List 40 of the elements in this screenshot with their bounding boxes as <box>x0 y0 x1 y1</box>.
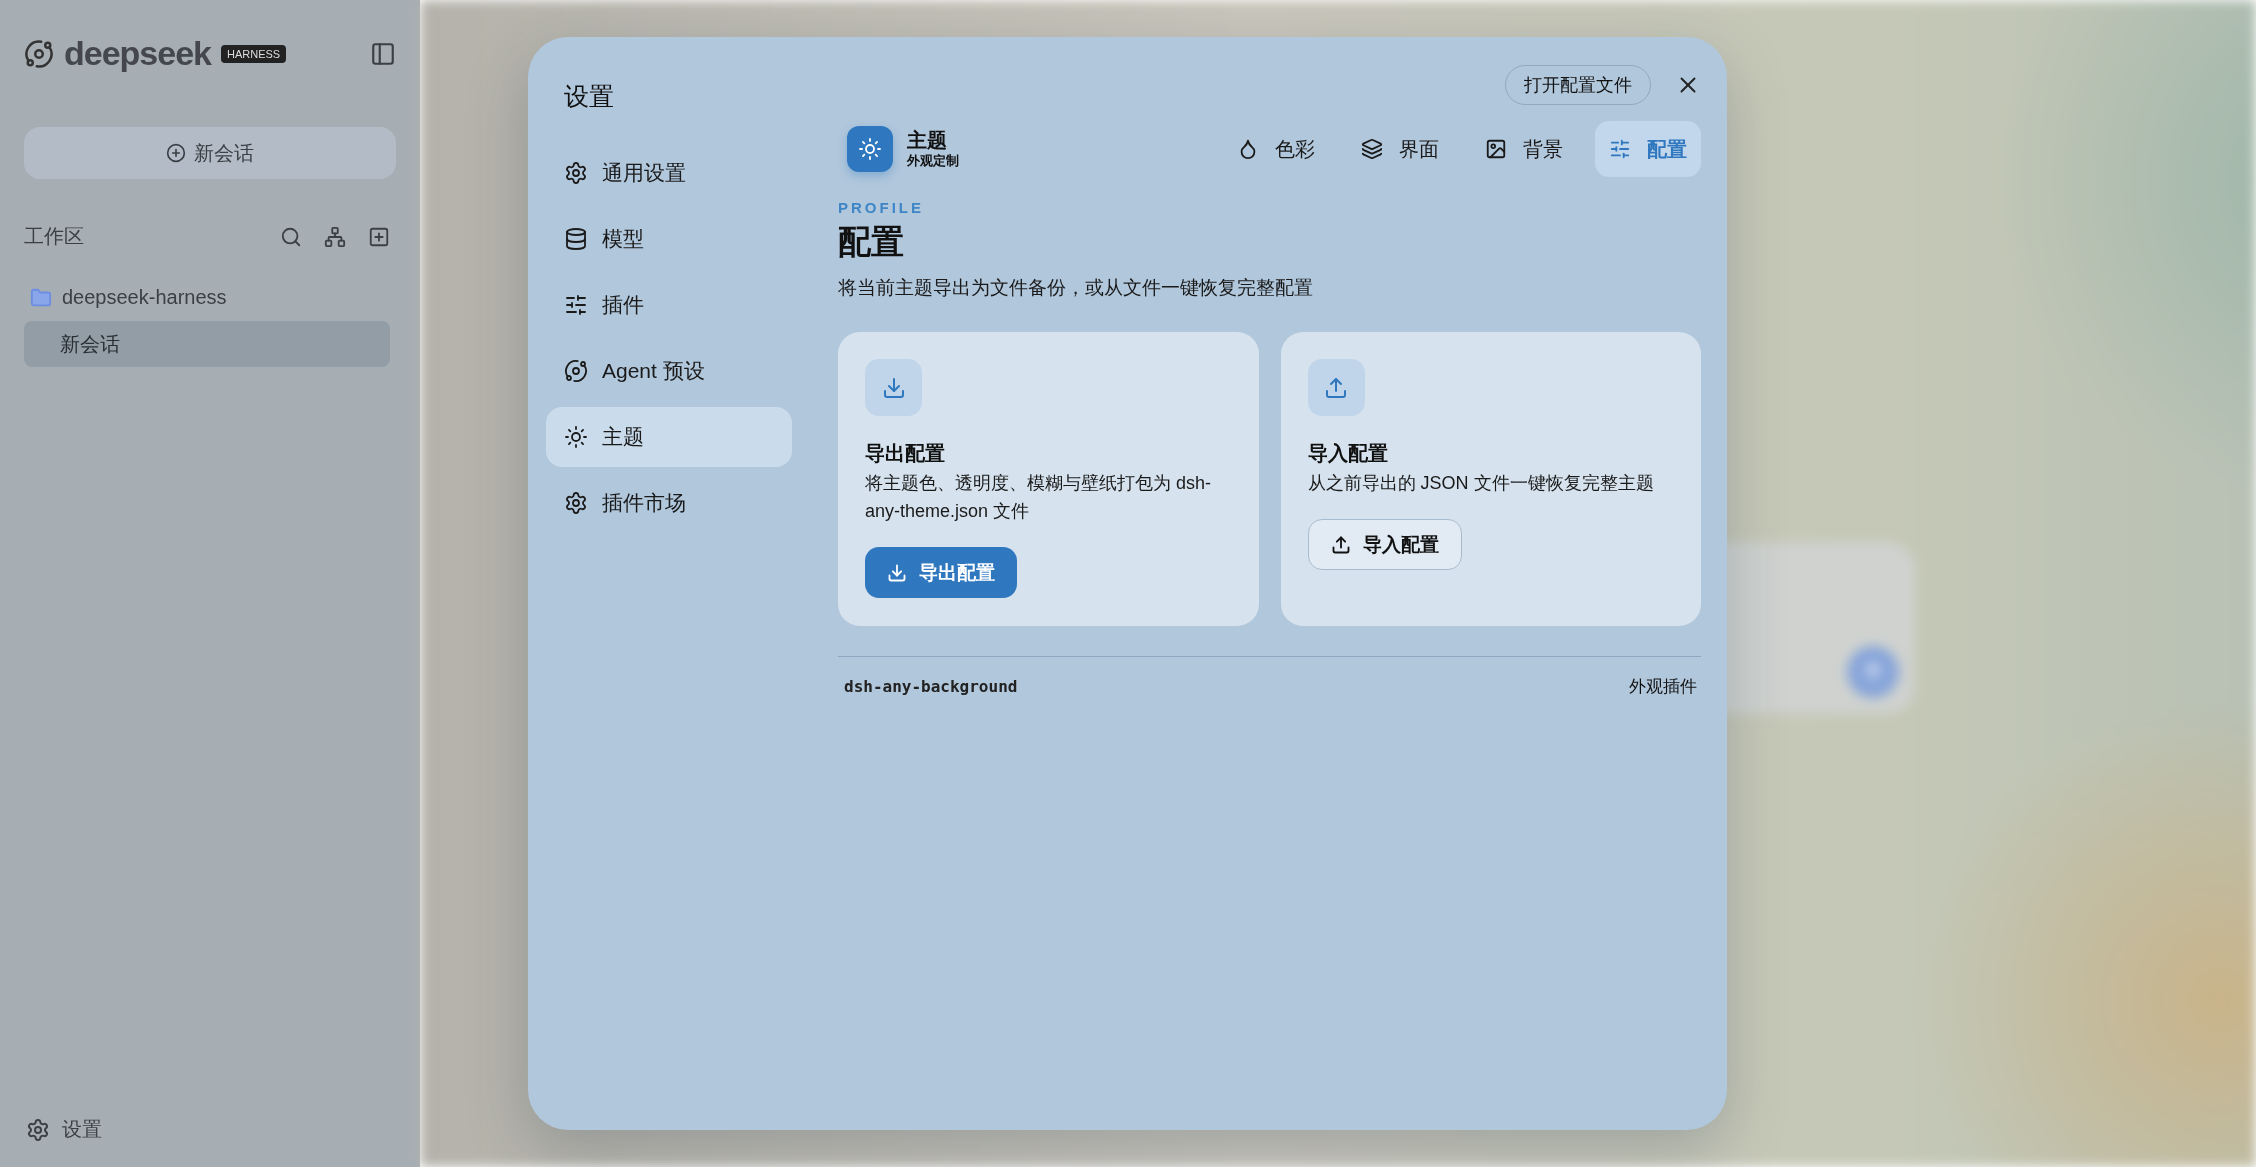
version-badge: HARNESS <box>221 44 287 63</box>
tab-label: 色彩 <box>1275 136 1315 162</box>
plugin-id: dsh-any-background <box>844 677 1018 696</box>
tab-label: 界面 <box>1399 136 1439 162</box>
nav-item[interactable]: Agent 预设 <box>546 341 792 401</box>
session-item[interactable]: 新会话 <box>24 321 390 367</box>
tab[interactable]: 界面 <box>1347 121 1453 177</box>
new-chat-button[interactable]: 新会话 <box>24 127 396 179</box>
nav-item[interactable]: 插件市场 <box>546 473 792 533</box>
card-description: 从之前导出的 JSON 文件一键恢复完整主题 <box>1307 472 1655 495</box>
export-button[interactable]: 导出配置 <box>865 547 1017 598</box>
import-button[interactable]: 导入配置 <box>1307 519 1462 570</box>
folder-name[interactable]: deepseek-harness <box>62 286 227 309</box>
nav-label: Agent 预设 <box>602 358 705 384</box>
nav-label: 通用设置 <box>602 160 686 186</box>
nav-label: 插件市场 <box>602 490 686 516</box>
dialog-title: 设置 <box>563 81 615 112</box>
tab-label: 背景 <box>1523 136 1563 162</box>
plugin-type: 外观插件 <box>1629 676 1697 698</box>
tab-label: 配置 <box>1647 136 1687 162</box>
card-title: 导出配置 <box>865 441 945 466</box>
workspace-label: 工作区 <box>24 224 84 249</box>
nav-item[interactable]: 模型 <box>546 209 792 269</box>
nav-label: 模型 <box>602 226 644 252</box>
section-description: 将当前主题导出为文件备份，或从文件一键恢复完整配置 <box>838 276 1314 300</box>
app-logo: deepseek <box>64 34 211 73</box>
tab[interactable]: 色彩 <box>1223 121 1329 177</box>
tab[interactable]: 背景 <box>1471 121 1577 177</box>
section-eyebrow: PROFILE <box>838 199 925 216</box>
theme-subtitle: 外观定制 <box>907 151 959 170</box>
theme-title: 主题 <box>907 128 948 152</box>
nav-label: 主题 <box>602 424 644 450</box>
nav-item[interactable]: 插件 <box>546 275 792 335</box>
section-title: 配置 <box>838 222 905 262</box>
card-title: 导入配置 <box>1307 441 1388 466</box>
nav-item[interactable]: 通用设置 <box>546 143 792 203</box>
nav-item[interactable]: 主题 <box>546 407 792 467</box>
nav-label: 插件 <box>602 292 644 318</box>
card-description: 将主题色、透明度、模糊与壁纸打包为 dsh-any-theme.json 文件 <box>865 472 1213 523</box>
settings-link[interactable]: 设置 <box>62 1116 102 1143</box>
